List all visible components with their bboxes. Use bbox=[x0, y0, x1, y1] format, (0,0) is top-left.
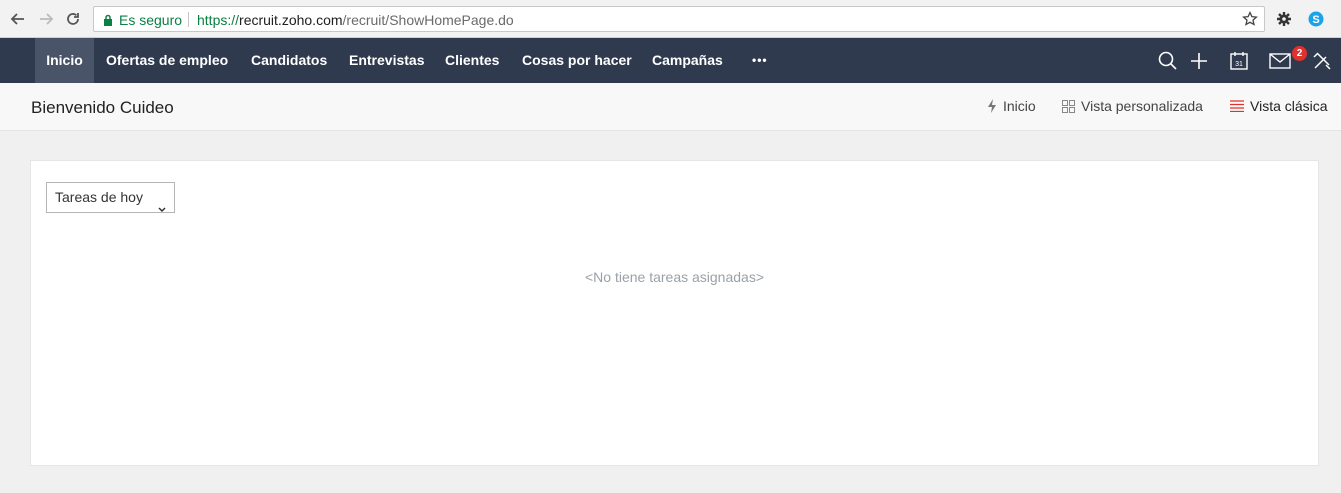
view-link-label: Inicio bbox=[1003, 98, 1036, 114]
nav-item-candidatos[interactable]: Candidatos bbox=[251, 38, 327, 83]
view-link-label: Vista personalizada bbox=[1081, 98, 1203, 114]
main-navigation: Inicio Ofertas de empleo Candidatos Entr… bbox=[0, 38, 1341, 83]
nav-item-inicio[interactable]: Inicio bbox=[35, 38, 94, 83]
forward-arrow-icon[interactable] bbox=[36, 9, 56, 29]
select-value: Tareas de hoy bbox=[55, 189, 143, 205]
nav-item-cosas-por-hacer[interactable]: Cosas por hacer bbox=[522, 38, 632, 83]
search-icon[interactable] bbox=[1157, 50, 1179, 72]
page-header: Bienvenido Cuideo Inicio Vista personali… bbox=[0, 83, 1341, 131]
tasks-filter-select[interactable]: Tareas de hoy bbox=[46, 182, 175, 213]
calendar-icon[interactable]: 31 bbox=[1228, 50, 1250, 72]
tasks-panel: Tareas de hoy <No tiene tareas asignadas… bbox=[30, 160, 1319, 466]
grid-icon bbox=[1062, 99, 1075, 113]
nav-item-entrevistas[interactable]: Entrevistas bbox=[349, 38, 424, 83]
back-arrow-icon[interactable] bbox=[8, 9, 28, 29]
bookmark-star-icon[interactable] bbox=[1242, 10, 1258, 32]
mail-notification-badge: 2 bbox=[1292, 46, 1307, 61]
page-title: Bienvenido Cuideo bbox=[31, 98, 174, 117]
empty-state-message: <No tiene tareas asignadas> bbox=[584, 269, 764, 285]
secure-label: Es seguro bbox=[119, 12, 183, 28]
more-menu-button[interactable]: ••• bbox=[752, 38, 768, 83]
settings-gear-icon[interactable] bbox=[1275, 10, 1293, 28]
nav-item-clientes[interactable]: Clientes bbox=[445, 38, 499, 83]
view-link-personalizada[interactable]: Vista personalizada bbox=[1062, 98, 1203, 114]
address-bar[interactable]: Es seguro https://recruit.zoho.com/recru… bbox=[93, 6, 1265, 32]
url-text[interactable]: https://recruit.zoho.com/recruit/ShowHom… bbox=[197, 12, 514, 28]
list-lines-icon bbox=[1230, 100, 1244, 112]
browser-toolbar: Es seguro https://recruit.zoho.com/recru… bbox=[0, 0, 1341, 38]
lightning-icon bbox=[987, 99, 997, 113]
skype-icon[interactable]: S bbox=[1307, 10, 1325, 28]
mail-icon[interactable] bbox=[1269, 50, 1291, 72]
view-link-label: Vista clásica bbox=[1250, 98, 1328, 114]
add-plus-icon[interactable] bbox=[1188, 50, 1210, 72]
nav-item-ofertas-de-empleo[interactable]: Ofertas de empleo bbox=[106, 38, 228, 83]
chevron-down-icon bbox=[158, 194, 166, 223]
view-link-clasica[interactable]: Vista clásica bbox=[1230, 98, 1328, 114]
reload-icon[interactable] bbox=[63, 9, 83, 29]
omnibox-divider bbox=[188, 12, 189, 27]
nav-item-campanas[interactable]: Campañas bbox=[652, 38, 723, 83]
svg-text:S: S bbox=[1312, 14, 1319, 26]
svg-text:31: 31 bbox=[1235, 61, 1243, 68]
view-link-inicio[interactable]: Inicio bbox=[987, 98, 1036, 114]
lock-icon bbox=[103, 13, 113, 31]
tools-icon[interactable] bbox=[1311, 50, 1333, 72]
